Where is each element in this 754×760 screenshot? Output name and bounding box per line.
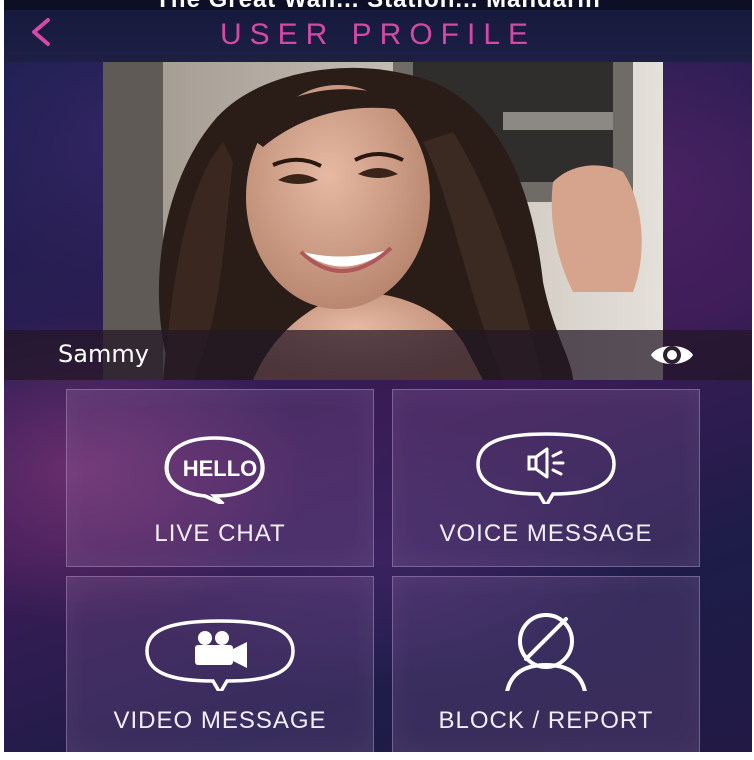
app-screen: The Great Wall... Station... Mandarin US… [4,0,752,752]
block-report-label: BLOCK / REPORT [438,707,654,734]
hello-speech-bubble-icon: HELLO [164,436,265,504]
view-profile-button[interactable] [648,338,696,372]
status-text: The Great Wall... Station... Mandarin [4,0,752,10]
svg-text:HELLO: HELLO [183,456,258,481]
blocked-user-icon [505,613,587,691]
status-strip: The Great Wall... Station... Mandarin [4,0,752,10]
video-camera-speech-bubble-icon [145,619,295,691]
voice-message-button[interactable]: VOICE MESSAGE [392,389,700,567]
page-title: USER PROFILE [219,18,537,51]
video-message-label: VIDEO MESSAGE [113,707,327,734]
top-nav-bar: USER PROFILE [4,10,752,62]
video-message-button[interactable]: VIDEO MESSAGE [66,576,374,752]
live-chat-button[interactable]: HELLO LIVE CHAT [66,389,374,567]
block-report-button[interactable]: BLOCK / REPORT [392,576,700,752]
profile-name: Sammy [58,340,149,368]
voice-message-label: VOICE MESSAGE [439,520,653,547]
eye-icon [651,346,693,364]
live-chat-label: LIVE CHAT [154,520,286,547]
speaker-speech-bubble-icon [476,432,616,504]
